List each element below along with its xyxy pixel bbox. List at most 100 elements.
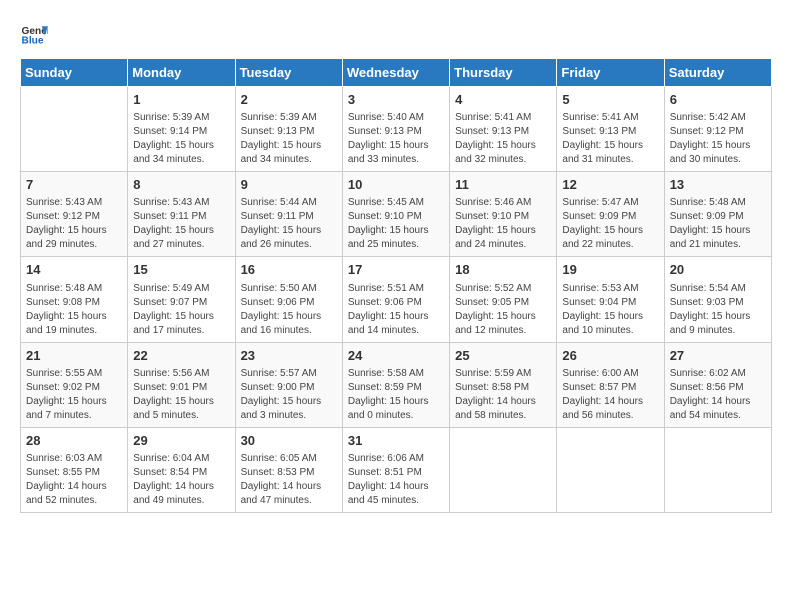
day-info: Sunrise: 5:47 AM Sunset: 9:09 PM Dayligh…: [562, 196, 658, 252]
day-cell: [664, 427, 771, 512]
day-cell: 19Sunrise: 5:53 AM Sunset: 9:04 PM Dayli…: [557, 257, 664, 342]
day-number: 16: [241, 261, 337, 279]
logo: General Blue: [20, 20, 48, 48]
svg-text:Blue: Blue: [22, 35, 44, 46]
day-cell: 18Sunrise: 5:52 AM Sunset: 9:05 PM Dayli…: [450, 257, 557, 342]
day-number: 26: [562, 347, 658, 365]
day-cell: 13 Sunrise: 5:48 AM Sunset: 9:09 PM Dayli…: [664, 172, 771, 257]
day-number: 19: [562, 261, 658, 279]
day-info: Sunrise: 5:55 AM Sunset: 9:02 PM Dayligh…: [26, 367, 122, 423]
day-cell: 9 Sunrise: 5:44 AM Sunset: 9:11 PM Daylig…: [235, 172, 342, 257]
day-cell: 4 Sunrise: 5:41 AM Sunset: 9:13 PM Daylig…: [450, 87, 557, 172]
day-header-friday: Friday: [557, 59, 664, 87]
day-number: 10: [348, 176, 444, 194]
week-row-1: 1 Sunrise: 5:39 AM Sunset: 9:14 PM Daylig…: [21, 87, 772, 172]
day-header-thursday: Thursday: [450, 59, 557, 87]
day-cell: 2 Sunrise: 5:39 AM Sunset: 9:13 PM Daylig…: [235, 87, 342, 172]
day-number: 21: [26, 347, 122, 365]
day-info: Sunrise: 5:50 AM Sunset: 9:06 PM Dayligh…: [241, 282, 337, 338]
day-info: Sunrise: 6:02 AM Sunset: 8:56 PM Dayligh…: [670, 367, 766, 423]
day-number: 3: [348, 91, 444, 109]
day-number: 9: [241, 176, 337, 194]
day-cell: 8 Sunrise: 5:43 AM Sunset: 9:11 PM Daylig…: [128, 172, 235, 257]
day-cell: 24 Sunrise: 5:58 AM Sunset: 8:59 PM Dayli…: [342, 342, 449, 427]
day-cell: 15Sunrise: 5:49 AM Sunset: 9:07 PM Dayli…: [128, 257, 235, 342]
day-number: 25: [455, 347, 551, 365]
day-number: 20: [670, 261, 766, 279]
day-cell: 5 Sunrise: 5:41 AM Sunset: 9:13 PM Daylig…: [557, 87, 664, 172]
day-cell: 22 Sunrise: 5:56 AM Sunset: 9:01 PM Dayli…: [128, 342, 235, 427]
day-cell: 7Sunrise: 5:43 AM Sunset: 9:12 PM Daylig…: [21, 172, 128, 257]
day-number: 11: [455, 176, 551, 194]
day-number: 4: [455, 91, 551, 109]
day-number: 15: [133, 261, 229, 279]
day-info: Sunrise: 5:45 AM Sunset: 9:10 PM Dayligh…: [348, 196, 444, 252]
day-info: Sunrise: 5:43 AM Sunset: 9:11 PM Dayligh…: [133, 196, 229, 252]
day-cell: 27Sunrise: 6:02 AM Sunset: 8:56 PM Dayli…: [664, 342, 771, 427]
day-cell: 21 Sunrise: 5:55 AM Sunset: 9:02 PM Dayli…: [21, 342, 128, 427]
day-number: 29: [133, 432, 229, 450]
day-header-sunday: Sunday: [21, 59, 128, 87]
day-info: Sunrise: 5:54 AM Sunset: 9:03 PM Dayligh…: [670, 282, 766, 338]
day-info: Sunrise: 5:58 AM Sunset: 8:59 PM Dayligh…: [348, 367, 444, 423]
day-number: 28: [26, 432, 122, 450]
day-info: Sunrise: 5:43 AM Sunset: 9:12 PM Dayligh…: [26, 196, 122, 252]
day-info: Sunrise: 5:39 AM Sunset: 9:13 PM Dayligh…: [241, 111, 337, 167]
day-info: Sunrise: 5:57 AM Sunset: 9:00 PM Dayligh…: [241, 367, 337, 423]
day-cell: 3Sunrise: 5:40 AM Sunset: 9:13 PM Daylig…: [342, 87, 449, 172]
day-cell: 6 Sunrise: 5:42 AM Sunset: 9:12 PM Daylig…: [664, 87, 771, 172]
day-cell: 17Sunrise: 5:51 AM Sunset: 9:06 PM Dayli…: [342, 257, 449, 342]
day-cell: 26 Sunrise: 6:00 AM Sunset: 8:57 PM Dayli…: [557, 342, 664, 427]
day-number: 6: [670, 91, 766, 109]
day-header-wednesday: Wednesday: [342, 59, 449, 87]
day-info: Sunrise: 5:51 AM Sunset: 9:06 PM Dayligh…: [348, 282, 444, 338]
day-number: 12: [562, 176, 658, 194]
day-cell: 23 Sunrise: 5:57 AM Sunset: 9:00 PM Dayli…: [235, 342, 342, 427]
day-info: Sunrise: 5:48 AM Sunset: 9:09 PM Dayligh…: [670, 196, 766, 252]
header: General Blue: [20, 20, 772, 48]
day-cell: 20 Sunrise: 5:54 AM Sunset: 9:03 PM Dayli…: [664, 257, 771, 342]
day-cell: 1 Sunrise: 5:39 AM Sunset: 9:14 PM Daylig…: [128, 87, 235, 172]
day-cell: 14 Sunrise: 5:48 AM Sunset: 9:08 PM Dayli…: [21, 257, 128, 342]
day-cell: 11 Sunrise: 5:46 AM Sunset: 9:10 PM Dayli…: [450, 172, 557, 257]
day-number: 14: [26, 261, 122, 279]
day-number: 5: [562, 91, 658, 109]
day-number: 8: [133, 176, 229, 194]
day-info: Sunrise: 5:41 AM Sunset: 9:13 PM Dayligh…: [562, 111, 658, 167]
day-number: 23: [241, 347, 337, 365]
week-row-5: 28 Sunrise: 6:03 AM Sunset: 8:55 PM Dayli…: [21, 427, 772, 512]
day-info: Sunrise: 5:59 AM Sunset: 8:58 PM Dayligh…: [455, 367, 551, 423]
day-info: Sunrise: 5:56 AM Sunset: 9:01 PM Dayligh…: [133, 367, 229, 423]
day-info: Sunrise: 6:03 AM Sunset: 8:55 PM Dayligh…: [26, 452, 122, 508]
day-cell: 28 Sunrise: 6:03 AM Sunset: 8:55 PM Dayli…: [21, 427, 128, 512]
day-info: Sunrise: 6:00 AM Sunset: 8:57 PM Dayligh…: [562, 367, 658, 423]
day-info: Sunrise: 5:48 AM Sunset: 9:08 PM Dayligh…: [26, 282, 122, 338]
day-number: 13: [670, 176, 766, 194]
day-cell: 30Sunrise: 6:05 AM Sunset: 8:53 PM Dayli…: [235, 427, 342, 512]
header-row: SundayMondayTuesdayWednesdayThursdayFrid…: [21, 59, 772, 87]
day-info: Sunrise: 5:46 AM Sunset: 9:10 PM Dayligh…: [455, 196, 551, 252]
day-header-tuesday: Tuesday: [235, 59, 342, 87]
day-cell: [450, 427, 557, 512]
day-info: Sunrise: 5:41 AM Sunset: 9:13 PM Dayligh…: [455, 111, 551, 167]
day-number: 1: [133, 91, 229, 109]
day-number: 22: [133, 347, 229, 365]
day-cell: 29 Sunrise: 6:04 AM Sunset: 8:54 PM Dayli…: [128, 427, 235, 512]
day-number: 2: [241, 91, 337, 109]
day-info: Sunrise: 6:06 AM Sunset: 8:51 PM Dayligh…: [348, 452, 444, 508]
day-number: 31: [348, 432, 444, 450]
day-cell: 31 Sunrise: 6:06 AM Sunset: 8:51 PM Dayli…: [342, 427, 449, 512]
day-number: 24: [348, 347, 444, 365]
logo-icon: General Blue: [20, 20, 48, 48]
day-info: Sunrise: 5:42 AM Sunset: 9:12 PM Dayligh…: [670, 111, 766, 167]
day-info: Sunrise: 6:05 AM Sunset: 8:53 PM Dayligh…: [241, 452, 337, 508]
day-info: Sunrise: 6:04 AM Sunset: 8:54 PM Dayligh…: [133, 452, 229, 508]
day-cell: 16 Sunrise: 5:50 AM Sunset: 9:06 PM Dayli…: [235, 257, 342, 342]
day-cell: [21, 87, 128, 172]
day-info: Sunrise: 5:39 AM Sunset: 9:14 PM Dayligh…: [133, 111, 229, 167]
day-number: 18: [455, 261, 551, 279]
day-cell: 10 Sunrise: 5:45 AM Sunset: 9:10 PM Dayli…: [342, 172, 449, 257]
day-info: Sunrise: 5:44 AM Sunset: 9:11 PM Dayligh…: [241, 196, 337, 252]
week-row-3: 14 Sunrise: 5:48 AM Sunset: 9:08 PM Dayli…: [21, 257, 772, 342]
day-header-saturday: Saturday: [664, 59, 771, 87]
